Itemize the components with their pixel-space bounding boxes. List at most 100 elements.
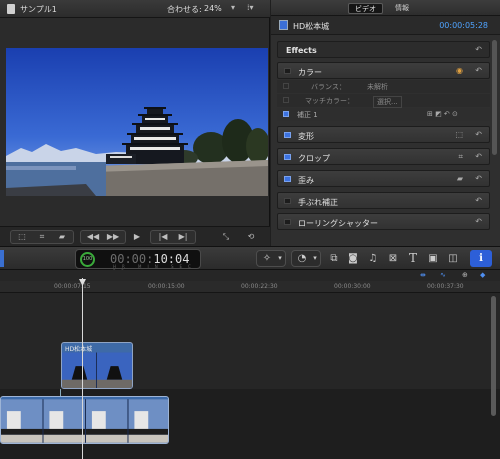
rolling-shutter-checkbox[interactable] (284, 219, 291, 225)
correction-controls-icon[interactable]: ⊞ ◩ ↶ ⊙ (427, 110, 458, 118)
match-color-row: マッチカラー： 選択... (277, 94, 490, 108)
distort-icon[interactable]: ▰ (54, 231, 70, 243)
transform-label: 変形 (298, 132, 314, 141)
document-icon (7, 4, 15, 14)
ruler-tick: 00:00:15:00 (148, 283, 185, 290)
view-options-icon[interactable]: ⁞▾ (247, 3, 254, 12)
match-color-checkbox[interactable] (283, 97, 289, 103)
audio-waveform-icon[interactable]: ∿ (440, 271, 446, 279)
step-forward-icon[interactable]: ▶▶ (104, 231, 122, 243)
ruler-tick: 00:00:30:00 (334, 283, 371, 290)
timecode-display[interactable]: 100 00:00:10:04 HR MIN SEC FR (75, 249, 201, 274)
correction-checkbox[interactable] (283, 111, 289, 117)
viewer-toolbar: ⬚ ⌗ ▰ ◀◀ ▶▶ ▶ |◀ ▶| ⤡ ⟲ (0, 226, 270, 246)
rolling-shutter-label: ローリングシャッター (298, 219, 378, 228)
clip-name: HD松本城 (293, 22, 330, 31)
main-toolbar: 100 00:00:10:04 HR MIN SEC FR ✧ ▾ ◔ ▾ ⧉ … (0, 246, 500, 274)
clip-appearance-icon[interactable]: ⇼ (420, 271, 426, 279)
match-color-label: マッチカラー： (305, 97, 354, 105)
effects-browser-icon[interactable]: ⧉ (326, 250, 342, 267)
balance-value: 未解析 (367, 83, 388, 91)
distort-checkbox[interactable] (284, 176, 291, 182)
fullscreen-icon[interactable]: ⤡ (218, 231, 234, 243)
snapping-icon[interactable]: ⊕ (462, 271, 468, 279)
balance-label: バランス： (311, 83, 346, 91)
transition-icon[interactable]: ⊠ (385, 250, 401, 267)
info-icon[interactable]: i (470, 250, 492, 267)
correction-row: 補正 1 ⊞ ◩ ↶ ⊙ (277, 108, 490, 121)
color-board-icon[interactable]: ◉ (456, 66, 463, 75)
loop-icon[interactable]: ⟲ (243, 231, 259, 243)
progress-ring-icon: 100 (80, 252, 95, 267)
balance-row: バランス： 未解析 (277, 80, 490, 93)
correction-label: 補正 1 (297, 111, 318, 119)
stabilization-checkbox[interactable] (284, 198, 291, 204)
crop-checkbox[interactable] (284, 154, 291, 160)
generator-icon[interactable]: ▣ (425, 250, 441, 267)
music-icon[interactable]: ♫ (365, 250, 381, 267)
ruler-tick: 00:00:07:15 (54, 283, 91, 290)
connected-clip-thumbnails (62, 352, 132, 388)
chevron-down-icon[interactable]: ▾ (276, 250, 284, 267)
reset-icon[interactable]: ↶ (475, 196, 482, 205)
reset-icon[interactable]: ↶ (475, 45, 482, 54)
tab-info[interactable]: 情報 (389, 3, 415, 14)
timeline-ruler[interactable]: 00:00:07:15 00:00:15:00 00:00:22:30 00:0… (0, 281, 500, 293)
inspector-panel: ビデオ 情報 HD松本城 00:00:05:28 Effects ↶ カラー ◉… (271, 0, 500, 246)
skimming-icon[interactable]: ◆ (480, 271, 485, 279)
inspector-scrollbar[interactable] (492, 40, 497, 155)
chevron-down-icon[interactable]: ▾ (311, 250, 319, 267)
primary-clip-thumbnails (1, 399, 168, 443)
distort-icon[interactable]: ▰ (457, 174, 463, 183)
go-to-end-icon[interactable]: ▶| (174, 231, 192, 243)
effects-label: Effects (286, 46, 317, 55)
reset-icon[interactable]: ↶ (475, 174, 482, 183)
rolling-shutter-row[interactable]: ローリングシャッター ↶ (277, 213, 490, 230)
timeline-controls-strip: ⇼ ∿ ⊕ ◆ (0, 270, 500, 281)
color-row[interactable]: カラー ◉ ↶ (277, 62, 490, 79)
stabilization-row[interactable]: 手ぶれ補正 ↶ (277, 192, 490, 209)
play-icon[interactable]: ▶ (129, 231, 145, 243)
title-icon[interactable]: T (405, 250, 421, 267)
crop-row[interactable]: クロップ ⌗ ↶ (277, 148, 490, 165)
go-to-start-icon[interactable]: |◀ (154, 231, 172, 243)
timeline-scrollbar[interactable] (491, 296, 496, 416)
connected-clip[interactable]: HD松本城 (61, 342, 133, 389)
primary-clip[interactable] (0, 396, 169, 444)
viewer-image (6, 48, 268, 196)
playhead[interactable] (82, 278, 83, 459)
crop-icon[interactable]: ⌗ (34, 231, 50, 243)
crop-label: クロップ (298, 154, 330, 163)
play-reverse-icon[interactable]: ◀◀ (84, 231, 102, 243)
stabilization-label: 手ぶれ補正 (298, 198, 338, 207)
zoom-chevron-icon[interactable]: ▾ (231, 3, 235, 12)
reset-icon[interactable]: ↶ (475, 152, 482, 161)
reset-icon[interactable]: ↶ (475, 217, 482, 226)
reset-icon[interactable]: ↶ (475, 130, 482, 139)
inspector-header: HD松本城 00:00:05:28 (271, 16, 500, 35)
transform-checkbox[interactable] (284, 132, 291, 138)
transform-row[interactable]: 変形 ⬚ ↶ (277, 126, 490, 143)
match-color-choose-button[interactable]: 選択... (373, 96, 402, 108)
camera-icon[interactable]: ◙ (345, 250, 361, 267)
fit-label[interactable]: 合わせる: (167, 4, 202, 15)
magic-wand-icon[interactable]: ✧ (258, 250, 276, 267)
effects-section[interactable]: Effects ↶ (277, 41, 490, 58)
transform-icon[interactable]: ⬚ (455, 130, 463, 139)
zoom-value[interactable]: 24% (204, 4, 222, 13)
distort-row[interactable]: 歪み ▰ ↶ (277, 170, 490, 187)
balance-checkbox[interactable] (283, 83, 289, 89)
edge-handle[interactable] (0, 250, 4, 267)
project-title: サンプル1 (20, 5, 57, 14)
crop-icon[interactable]: ⌗ (458, 152, 463, 162)
viewer-panel: サンプル1 合わせる: 24% ▾ ⁞▾ ⬚ ⌗ ▰ ◀◀ ▶▶ ▶ |◀ ▶|… (0, 0, 270, 246)
ruler-tick: 00:00:37:30 (427, 283, 464, 290)
reset-icon[interactable]: ↶ (475, 66, 482, 75)
color-checkbox[interactable] (284, 68, 291, 74)
speed-icon[interactable]: ◔ (293, 250, 311, 267)
theme-icon[interactable]: ◫ (445, 250, 461, 267)
tab-video[interactable]: ビデオ (348, 3, 383, 14)
distort-label: 歪み (298, 176, 314, 185)
transform-icon[interactable]: ⬚ (14, 231, 30, 243)
clip-timecode: 00:00:05:28 (439, 21, 488, 30)
